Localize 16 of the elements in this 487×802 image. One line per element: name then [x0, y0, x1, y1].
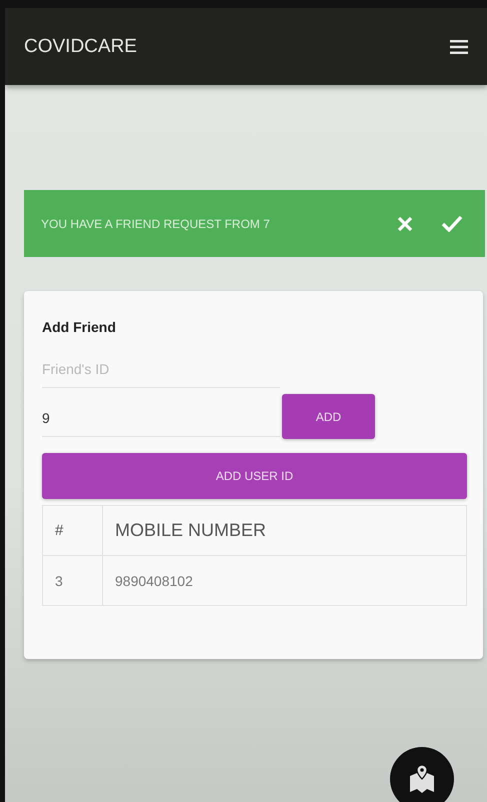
friend-id-field[interactable]: Friend's ID	[42, 353, 280, 388]
friend-id-field[interactable]: 9	[42, 396, 280, 437]
add-button[interactable]: ADD	[282, 394, 375, 439]
menu-icon[interactable]	[450, 40, 468, 54]
table-cell: 3	[43, 556, 103, 605]
table-cell-text: 9890408102	[114, 572, 193, 590]
add-user-id-button[interactable]: ADD USER ID	[42, 453, 467, 499]
column-header: MOBILE NUMBER	[114, 519, 266, 542]
app-title: COVIDCARE	[24, 36, 137, 58]
column-header: #	[43, 506, 103, 555]
close-icon[interactable]	[397, 216, 413, 232]
checkmark-icon[interactable]	[441, 215, 463, 232]
map-button[interactable]	[390, 747, 454, 802]
map-pin-icon	[407, 764, 437, 794]
card-title: Add Friend	[42, 319, 117, 335]
friend-request-text: YOU HAVE A FRIEND REQUEST FROM 7	[41, 216, 271, 230]
